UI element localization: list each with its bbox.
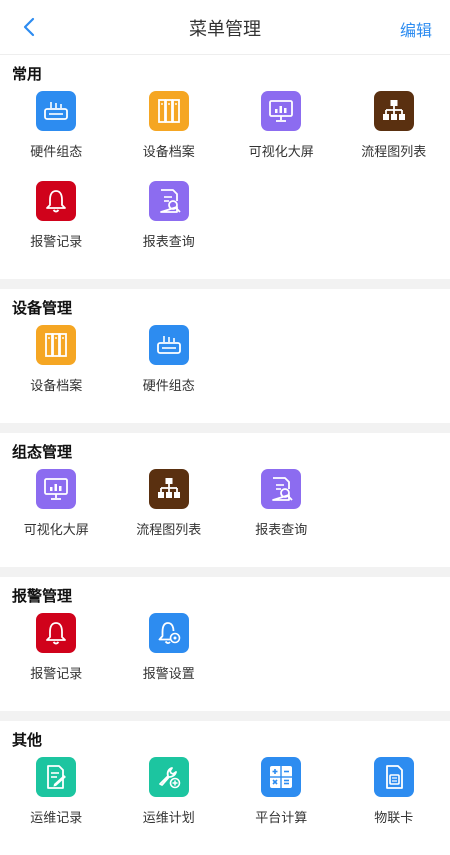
edit-button[interactable]: 编辑 <box>400 17 432 41</box>
maintenance-plan-icon <box>149 757 189 797</box>
top-nav-bar: 菜单管理 编辑 <box>0 0 450 55</box>
section-divider <box>0 423 450 433</box>
menu-grid: 可视化大屏 流程图列表 报表查询 <box>0 465 450 555</box>
menu-item[interactable]: 设备档案 <box>0 321 113 411</box>
menu-item-label: 流程图列表 <box>361 141 426 160</box>
menu-item[interactable]: 流程图列表 <box>338 87 450 177</box>
menu-section: 常用硬件组态 设备档案 可视化大屏 流程图列表报警记录 报表查询 <box>0 55 450 279</box>
section-divider <box>0 567 450 577</box>
flowchart-icon <box>149 469 189 509</box>
section-title: 组态管理 <box>12 443 450 461</box>
menu-section: 组态管理可视化大屏 流程图列表 报表查询 <box>0 433 450 567</box>
section-title: 报警管理 <box>12 587 450 605</box>
flowchart-icon <box>374 91 414 131</box>
menu-item-label: 报警记录 <box>30 231 82 250</box>
menu-sections: 常用硬件组态设备档案可视化大屏流程图列表报警记录报表查询设备管理设备档案硬件组态… <box>0 55 450 855</box>
menu-item[interactable]: 运维计划 <box>113 753 226 843</box>
section-title: 设备管理 <box>12 299 450 317</box>
section-title: 其他 <box>12 731 450 749</box>
menu-item-label: 报警记录 <box>30 663 82 682</box>
menu-item[interactable]: 运维记录 <box>0 753 113 843</box>
menu-grid: 报警记录 报警设置 <box>0 609 450 699</box>
menu-item[interactable]: 平台计算 <box>225 753 338 843</box>
menu-item[interactable]: 硬件组态 <box>113 321 226 411</box>
alarm-bell-icon <box>36 181 76 221</box>
device-archive-icon <box>149 91 189 131</box>
menu-item[interactable]: 报警记录 <box>0 609 113 699</box>
menu-item[interactable]: 流程图列表 <box>113 465 226 555</box>
alarm-settings-icon <box>149 613 189 653</box>
menu-item[interactable]: 报警记录 <box>0 177 113 267</box>
menu-item[interactable]: 物联卡 <box>338 753 450 843</box>
menu-item-label: 运维记录 <box>30 807 82 826</box>
visual-screen-icon <box>261 91 301 131</box>
report-query-icon <box>261 469 301 509</box>
menu-item-label: 报表查询 <box>143 231 195 250</box>
menu-item[interactable]: 报表查询 <box>113 177 226 267</box>
menu-item[interactable]: 报警设置 <box>113 609 226 699</box>
menu-item-label: 设备档案 <box>30 375 82 394</box>
maintenance-record-icon <box>36 757 76 797</box>
menu-item-label: 流程图列表 <box>136 519 201 538</box>
menu-item-label: 报警设置 <box>143 663 195 682</box>
section-divider <box>0 711 450 721</box>
menu-grid: 运维记录 运维计划 平台计算 物联卡 <box>0 753 450 843</box>
alarm-bell-icon <box>36 613 76 653</box>
menu-item-label: 设备档案 <box>143 141 195 160</box>
menu-item-label: 运维计划 <box>143 807 195 826</box>
menu-item-label: 可视化大屏 <box>24 519 89 538</box>
menu-item-label: 可视化大屏 <box>249 141 314 160</box>
menu-item[interactable]: 报表查询 <box>225 465 338 555</box>
menu-item-label: 平台计算 <box>255 807 307 826</box>
menu-section: 报警管理报警记录 报警设置 <box>0 577 450 711</box>
section-divider <box>0 279 450 289</box>
menu-section: 其他运维记录 运维计划 平台计算 物联卡 <box>0 721 450 855</box>
menu-item-label: 物联卡 <box>374 807 413 826</box>
menu-item[interactable]: 设备档案 <box>113 87 226 177</box>
calculator-icon <box>261 757 301 797</box>
section-title: 常用 <box>12 65 450 83</box>
report-query-icon <box>149 181 189 221</box>
menu-item[interactable]: 硬件组态 <box>0 87 113 177</box>
menu-item-label: 硬件组态 <box>30 141 82 160</box>
menu-grid: 硬件组态 设备档案 可视化大屏 流程图列表报警记录 报表查询 <box>0 87 450 267</box>
menu-item[interactable]: 可视化大屏 <box>0 465 113 555</box>
menu-item[interactable]: 可视化大屏 <box>225 87 338 177</box>
hardware-config-icon <box>149 325 189 365</box>
hardware-config-icon <box>36 91 76 131</box>
visual-screen-icon <box>36 469 76 509</box>
device-archive-icon <box>36 325 76 365</box>
menu-item-label: 报表查询 <box>255 519 307 538</box>
sim-card-icon <box>374 757 414 797</box>
menu-item-label: 硬件组态 <box>143 375 195 394</box>
menu-section: 设备管理设备档案 硬件组态 <box>0 289 450 423</box>
menu-grid: 设备档案 硬件组态 <box>0 321 450 411</box>
page-title: 菜单管理 <box>0 15 450 41</box>
